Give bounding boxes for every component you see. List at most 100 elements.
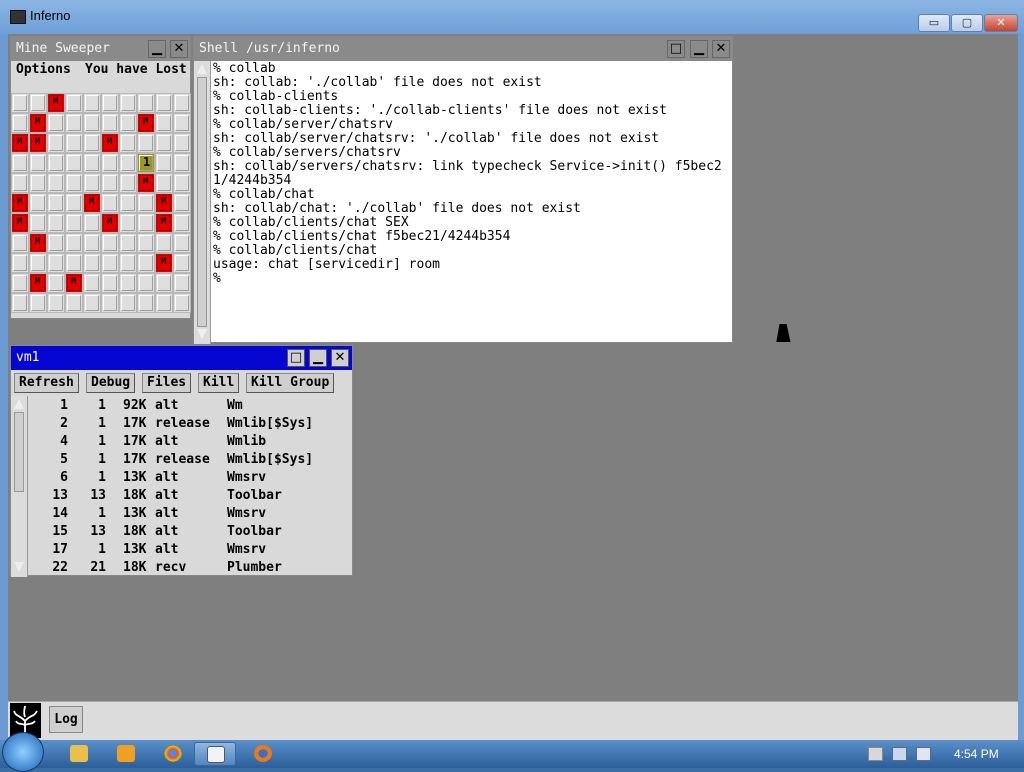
hidden-cell[interactable] (155, 93, 173, 113)
mine-cell[interactable]: M (101, 213, 119, 233)
minesweeper-titlebar[interactable]: Mine Sweeper ▁ ✕ (11, 37, 190, 61)
hidden-cell[interactable] (119, 113, 137, 133)
hidden-cell[interactable] (137, 253, 155, 273)
mine-cell[interactable]: M (29, 133, 47, 153)
hidden-cell[interactable] (65, 233, 83, 253)
hidden-cell[interactable] (119, 273, 137, 293)
hidden-cell[interactable] (83, 213, 101, 233)
hidden-cell[interactable] (29, 193, 47, 213)
hidden-cell[interactable] (29, 213, 47, 233)
hidden-cell[interactable] (47, 173, 65, 193)
mine-cell[interactable]: M (83, 193, 101, 213)
hidden-cell[interactable] (11, 273, 29, 293)
maximize-button[interactable]: ▢ (951, 14, 983, 32)
host-titlebar[interactable]: Inferno ▭ ▢ ✕ (0, 0, 1024, 34)
taskbar-firefox[interactable] (242, 742, 284, 766)
hidden-cell[interactable] (11, 233, 29, 253)
network-icon[interactable] (892, 747, 907, 761)
hidden-cell[interactable] (155, 113, 173, 133)
process-row[interactable]: 14 1 13K alt Wmsrv (11, 506, 354, 524)
hidden-cell[interactable] (47, 293, 65, 313)
mine-cell[interactable]: M (155, 253, 173, 273)
hidden-cell[interactable] (137, 293, 155, 313)
hidden-cell[interactable] (11, 253, 29, 273)
hidden-cell[interactable] (173, 253, 191, 273)
hidden-cell[interactable] (101, 173, 119, 193)
kill-button[interactable]: Kill (198, 373, 240, 393)
hidden-cell[interactable] (173, 213, 191, 233)
hidden-cell[interactable] (173, 273, 191, 293)
hidden-cell[interactable] (11, 153, 29, 173)
minimize-button[interactable]: ▭ (918, 14, 950, 32)
mine-cell[interactable]: M (101, 133, 119, 153)
vm-titlebar[interactable]: vm1 □ ▁ ✕ (11, 346, 352, 370)
volume-icon[interactable] (916, 747, 931, 761)
hidden-cell[interactable] (101, 93, 119, 113)
hidden-cell[interactable] (65, 153, 83, 173)
hidden-cell[interactable] (119, 253, 137, 273)
hidden-cell[interactable] (173, 113, 191, 133)
shell-output[interactable]: % collab sh: collab: './collab' file does… (213, 62, 733, 286)
hidden-cell[interactable] (83, 113, 101, 133)
hidden-cell[interactable] (155, 133, 173, 153)
process-row[interactable]: 22 21 18K recv Plumber (11, 560, 354, 578)
hidden-cell[interactable] (137, 193, 155, 213)
hidden-cell[interactable] (173, 173, 191, 193)
hidden-cell[interactable] (83, 153, 101, 173)
hidden-cell[interactable] (119, 213, 137, 233)
hidden-cell[interactable] (101, 253, 119, 273)
mine-cell[interactable]: M (29, 273, 47, 293)
hidden-cell[interactable] (65, 253, 83, 273)
inferno-desktop[interactable]: Mine Sweeper ▁ ✕ Options You have Lost M… (8, 34, 1018, 701)
hidden-cell[interactable] (119, 293, 137, 313)
shell-titlebar[interactable]: Shell /usr/inferno □ ▁ ✕ (194, 37, 732, 61)
process-row[interactable]: 2 1 17K release Wmlib[$Sys] (11, 416, 354, 434)
hidden-cell[interactable] (173, 133, 191, 153)
mine-cell[interactable]: M (137, 113, 155, 133)
clock[interactable]: 4:54 PM (954, 747, 999, 761)
close-icon[interactable]: ✕ (712, 40, 730, 58)
mine-cell[interactable]: M (47, 93, 65, 113)
mine-cell[interactable]: M (11, 213, 29, 233)
hidden-cell[interactable] (29, 93, 47, 113)
hidden-cell[interactable] (155, 293, 173, 313)
hidden-cell[interactable] (11, 173, 29, 193)
minimize-icon[interactable]: ▁ (309, 349, 327, 367)
hidden-cell[interactable] (137, 93, 155, 113)
hidden-cell[interactable] (101, 113, 119, 133)
hidden-cell[interactable] (119, 133, 137, 153)
hidden-cell[interactable] (29, 153, 47, 173)
process-row[interactable]: 4 1 17K alt Wmlib (11, 434, 354, 452)
minimize-icon[interactable]: ▁ (690, 40, 708, 58)
hidden-cell[interactable] (173, 153, 191, 173)
hidden-cell[interactable] (83, 133, 101, 153)
mine-cell[interactable]: M (65, 273, 83, 293)
hidden-cell[interactable] (101, 153, 119, 173)
hidden-cell[interactable] (155, 153, 173, 173)
hidden-cell[interactable] (11, 93, 29, 113)
hidden-cell[interactable] (155, 233, 173, 253)
hidden-cell[interactable] (47, 113, 65, 133)
process-row[interactable]: 17 1 13K alt Wmsrv (11, 542, 354, 560)
hidden-cell[interactable] (65, 113, 83, 133)
hidden-cell[interactable] (173, 233, 191, 253)
process-row[interactable]: 6 1 13K alt Wmsrv (11, 470, 354, 488)
hidden-cell[interactable] (101, 233, 119, 253)
hidden-cell[interactable] (65, 193, 83, 213)
debug-button[interactable]: Debug (86, 373, 136, 393)
hidden-cell[interactable] (119, 93, 137, 113)
close-icon[interactable]: ✕ (331, 349, 349, 367)
hidden-cell[interactable] (173, 193, 191, 213)
hidden-cell[interactable] (11, 113, 29, 133)
mine-cell[interactable]: M (155, 193, 173, 213)
hidden-cell[interactable] (65, 93, 83, 113)
hidden-cell[interactable] (11, 293, 29, 313)
close-icon[interactable]: ✕ (170, 40, 188, 58)
hidden-cell[interactable] (65, 213, 83, 233)
hidden-cell[interactable] (47, 273, 65, 293)
hidden-cell[interactable] (83, 173, 101, 193)
process-row[interactable]: 15 13 18K alt Toolbar (11, 524, 354, 542)
hidden-cell[interactable] (83, 233, 101, 253)
maximize-icon[interactable]: □ (667, 40, 685, 58)
hidden-cell[interactable] (47, 193, 65, 213)
